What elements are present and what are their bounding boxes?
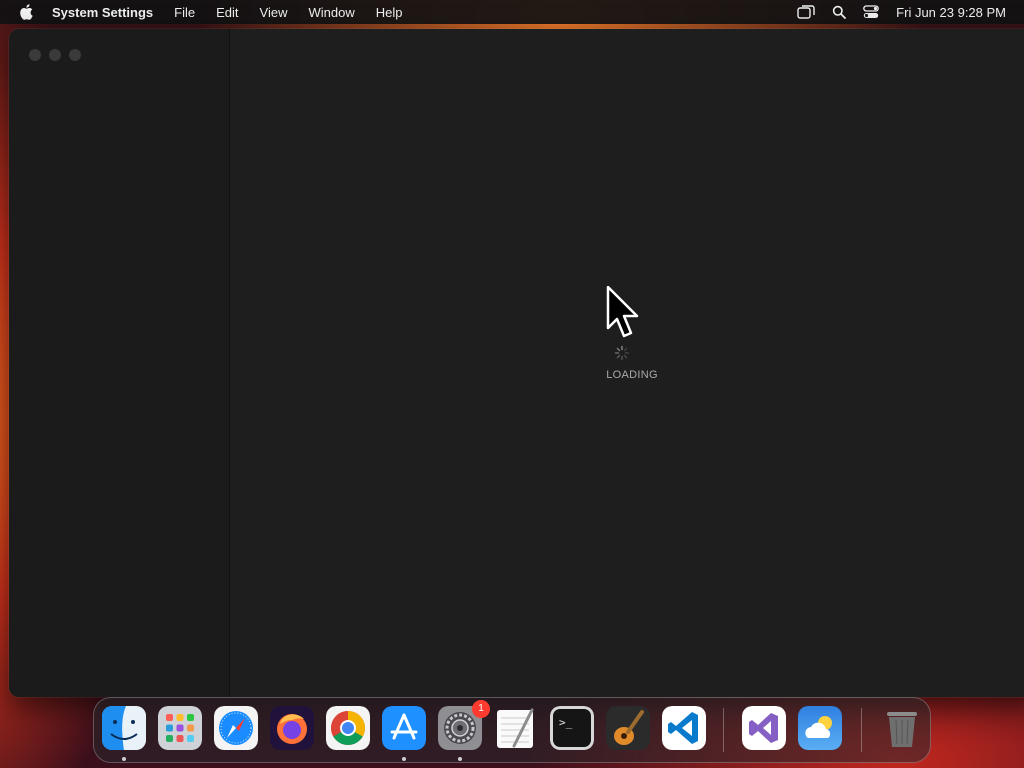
textedit-icon[interactable]	[494, 706, 538, 750]
dock-separator	[723, 708, 724, 752]
menu-bar-status-area: Fri Jun 23 9:28 PM	[780, 0, 1006, 24]
close-window-button[interactable]	[29, 49, 41, 61]
vscode-icon[interactable]	[662, 706, 706, 750]
menu-help[interactable]: Help	[376, 5, 403, 20]
visual-studio-icon[interactable]	[742, 706, 786, 750]
dock: 1 >_	[93, 697, 931, 763]
screen-mirroring-icon[interactable]	[797, 5, 815, 19]
dock-separator	[861, 708, 862, 752]
window-controls	[29, 49, 81, 61]
trash-icon[interactable]	[880, 706, 924, 750]
menu-edit[interactable]: Edit	[216, 5, 238, 20]
menu-view[interactable]: View	[260, 5, 288, 20]
finder-icon[interactable]	[102, 706, 146, 750]
zoom-window-button[interactable]	[69, 49, 81, 61]
launchpad-icon[interactable]	[158, 706, 202, 750]
safari-icon[interactable]	[214, 706, 258, 750]
app-store-icon[interactable]	[382, 706, 426, 750]
minimize-window-button[interactable]	[49, 49, 61, 61]
loading-label: LOADING	[606, 369, 658, 381]
running-indicator	[402, 757, 406, 761]
menu-file[interactable]: File	[174, 5, 195, 20]
running-indicator	[458, 757, 462, 761]
svg-text:>_: >_	[559, 716, 573, 729]
garageband-icon[interactable]	[606, 706, 650, 750]
search-icon[interactable]	[832, 5, 847, 19]
control-center-icon[interactable]	[863, 5, 880, 19]
content-pane	[230, 29, 1024, 697]
menu-window[interactable]: Window	[308, 5, 354, 20]
menu-bar-clock[interactable]: Fri Jun 23 9:28 PM	[896, 5, 1006, 20]
running-indicator	[122, 757, 126, 761]
sidebar	[9, 29, 230, 697]
menu-app-name[interactable]: System Settings	[52, 5, 153, 20]
weather-icon[interactable]	[798, 706, 842, 750]
mouse-pointer-icon	[606, 285, 642, 342]
system-settings-window	[9, 29, 1024, 697]
loading-spinner-icon	[614, 345, 630, 361]
menu-bar: System Settings File Edit View Window He…	[0, 0, 1024, 24]
apple-icon[interactable]	[18, 4, 34, 20]
chrome-icon[interactable]	[326, 706, 370, 750]
terminal-icon[interactable]: >_	[550, 706, 594, 750]
notification-badge: 1	[472, 700, 490, 718]
firefox-icon[interactable]	[270, 706, 314, 750]
